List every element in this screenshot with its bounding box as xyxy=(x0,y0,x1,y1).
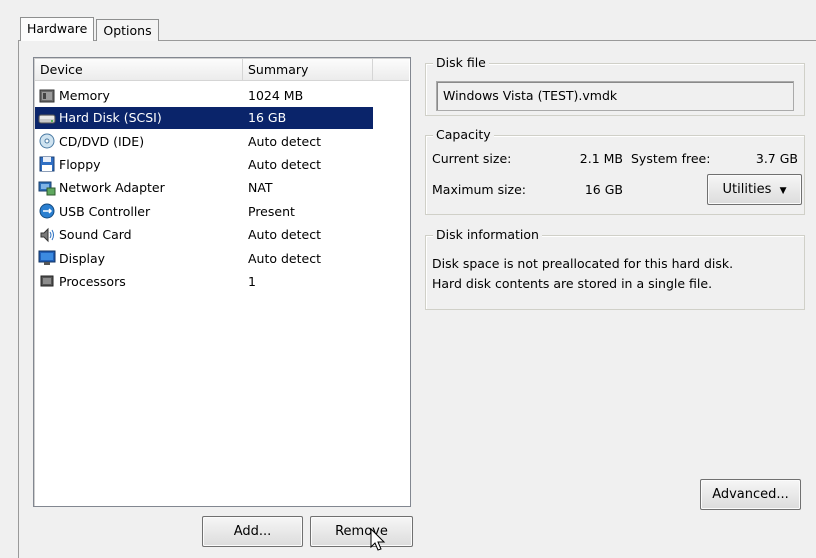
device-label: Floppy xyxy=(59,156,101,172)
current-size-value: 2.1 MB xyxy=(579,151,623,166)
processor-icon xyxy=(38,273,56,289)
display-icon xyxy=(38,250,56,266)
disk-file-field[interactable]: Windows Vista (TEST).vmdk xyxy=(436,81,794,111)
speaker-icon xyxy=(38,227,56,243)
memory-icon xyxy=(38,88,56,104)
device-label: Display xyxy=(59,250,106,266)
advanced-button[interactable]: Advanced... xyxy=(700,479,801,510)
device-summary: Auto detect xyxy=(248,156,321,172)
device-row-floppy[interactable]: Floppy Auto detect xyxy=(35,153,409,176)
device-summary: 16 GB xyxy=(243,107,373,130)
device-label: Network Adapter xyxy=(59,180,165,196)
device-label: Memory xyxy=(59,88,110,104)
column-header-device[interactable]: Device xyxy=(35,59,243,81)
device-row-display[interactable]: Display Auto detect xyxy=(35,246,409,269)
device-label: Processors xyxy=(59,273,126,289)
device-label: USB Controller xyxy=(59,203,151,219)
disk-file-title: Disk file xyxy=(433,56,489,70)
cd-dvd-icon xyxy=(38,133,56,149)
chevron-down-icon: ▼ xyxy=(779,186,787,196)
device-row-network-adapter[interactable]: Network Adapter NAT xyxy=(35,176,409,199)
device-row-cd-dvd[interactable]: CD/DVD (IDE) Auto detect xyxy=(35,129,409,152)
current-size-label: Current size: xyxy=(432,151,512,166)
device-rows: Memory 1024 MB Hard Disk (SCSI) 16 GB CD… xyxy=(35,84,409,293)
disk-info-line-2: Hard disk contents are stored in a singl… xyxy=(432,276,713,291)
device-summary: Present xyxy=(248,203,295,219)
utilities-label: Utilities xyxy=(722,182,772,197)
system-free-value: 3.7 GB xyxy=(755,151,798,166)
disk-file-group: Disk file Windows Vista (TEST).vmdk xyxy=(425,56,805,116)
mouse-cursor-icon xyxy=(369,527,389,554)
network-adapter-icon xyxy=(38,180,56,196)
device-list[interactable]: Device Summary Memory 1024 MB Hard Disk … xyxy=(33,57,411,507)
capacity-group: Capacity Current size: 2.1 MB System fre… xyxy=(425,128,805,215)
add-button[interactable]: Add... xyxy=(202,516,303,547)
list-header: Device Summary xyxy=(35,59,409,81)
floppy-icon xyxy=(38,156,56,172)
device-summary: Auto detect xyxy=(248,227,321,243)
column-header-filler xyxy=(373,59,409,81)
tab-options[interactable]: Options xyxy=(96,19,159,41)
usb-icon xyxy=(38,203,56,219)
utilities-dropdown-button[interactable]: Utilities ▼ xyxy=(707,174,802,205)
column-header-summary[interactable]: Summary xyxy=(243,59,373,81)
device-row-memory[interactable]: Memory 1024 MB xyxy=(35,84,409,107)
device-summary: Auto detect xyxy=(248,250,321,266)
disk-information-title: Disk information xyxy=(433,228,542,242)
disk-information-group: Disk information Disk space is not preal… xyxy=(425,228,805,310)
device-row-hard-disk[interactable]: Hard Disk (SCSI) 16 GB xyxy=(35,107,409,130)
device-summary: Auto detect xyxy=(248,133,321,149)
remove-button[interactable]: Remove xyxy=(310,516,413,547)
tab-bar: Hardware Options xyxy=(20,17,161,41)
system-free-label: System free: xyxy=(631,151,711,166)
device-row-sound-card[interactable]: Sound Card Auto detect xyxy=(35,223,409,246)
device-summary: 1024 MB xyxy=(248,88,304,104)
maximum-size-label: Maximum size: xyxy=(432,182,527,197)
disk-info-line-1: Disk space is not preallocated for this … xyxy=(432,256,734,271)
device-label: Sound Card xyxy=(59,227,132,243)
capacity-title: Capacity xyxy=(433,128,494,142)
hard-disk-icon xyxy=(38,110,56,126)
device-row-processors[interactable]: Processors 1 xyxy=(35,270,409,293)
device-summary: NAT xyxy=(248,180,273,196)
device-row-usb-controller[interactable]: USB Controller Present xyxy=(35,200,409,223)
device-summary: 1 xyxy=(248,273,256,289)
device-label: Hard Disk (SCSI) xyxy=(59,110,162,126)
device-label: CD/DVD (IDE) xyxy=(59,133,145,149)
maximum-size-value: 16 GB xyxy=(584,182,623,197)
tab-hardware[interactable]: Hardware xyxy=(20,17,95,41)
